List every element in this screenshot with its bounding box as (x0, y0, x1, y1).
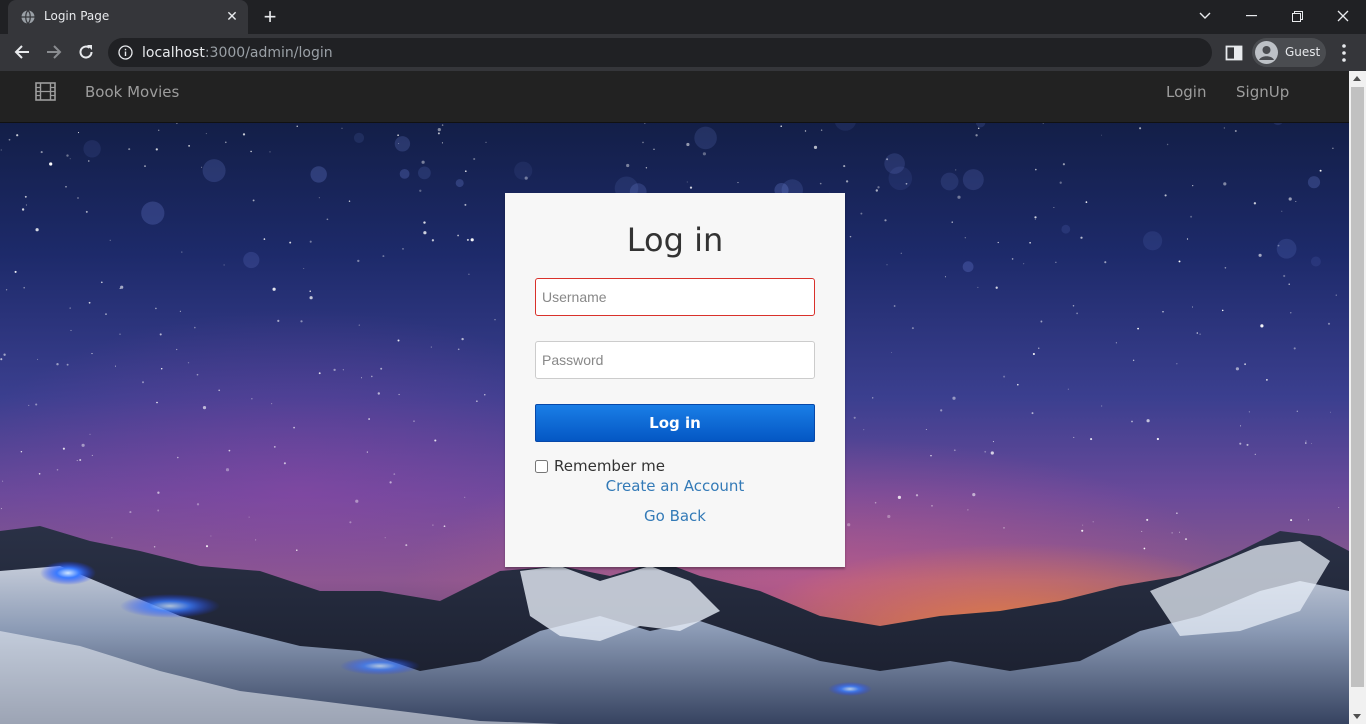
browser-toolbar: localhost:3000/admin/login Guest (0, 34, 1366, 71)
login-button[interactable]: Log in (535, 404, 815, 442)
remember-me-label: Remember me (554, 457, 665, 475)
scroll-up-icon[interactable] (1353, 76, 1361, 81)
navbar-brand[interactable]: Book Movies (85, 83, 179, 101)
url-host: localhost (142, 45, 205, 61)
remember-me-checkbox[interactable] (535, 459, 548, 473)
scrollbar-thumb[interactable] (1351, 87, 1364, 687)
side-panel-icon[interactable] (1224, 43, 1244, 63)
avatar-icon (1255, 41, 1278, 64)
page-viewport: Book Movies Login SignUp Log in Log in R… (0, 71, 1349, 724)
film-icon[interactable] (35, 82, 56, 101)
close-window-icon[interactable] (1320, 0, 1366, 32)
password-input[interactable] (535, 341, 815, 379)
tab-title: Login Page (44, 9, 110, 23)
url-text: localhost:3000/admin/login (142, 45, 333, 61)
scroll-down-icon[interactable] (1353, 714, 1361, 719)
globe-icon (21, 10, 35, 24)
close-tab-icon[interactable]: ✕ (224, 8, 240, 24)
url-path: :3000/admin/login (204, 45, 333, 61)
login-title: Log in (626, 221, 724, 259)
remember-me[interactable]: Remember me (535, 457, 665, 475)
login-card: Log in Log in Remember me Create an Acco… (505, 193, 845, 567)
new-tab-icon[interactable]: + (259, 6, 281, 29)
address-bar[interactable]: localhost:3000/admin/login (108, 38, 1212, 67)
username-input[interactable] (535, 278, 815, 316)
profile-label: Guest (1285, 45, 1321, 59)
restore-icon[interactable] (1274, 0, 1320, 32)
site-info-icon[interactable] (118, 45, 133, 60)
nav-link-login[interactable]: Login (1166, 83, 1206, 101)
minimize-icon[interactable] (1228, 0, 1274, 32)
reload-icon[interactable] (73, 39, 99, 65)
go-back-link[interactable]: Go Back (505, 507, 845, 525)
nav-link-signup[interactable]: SignUp (1236, 83, 1289, 101)
page-scrollbar[interactable] (1349, 71, 1366, 724)
profile-button[interactable]: Guest (1252, 38, 1326, 67)
tab-search-icon[interactable] (1182, 0, 1228, 32)
back-icon[interactable] (9, 39, 35, 65)
create-account-link[interactable]: Create an Account (505, 477, 845, 495)
forward-icon[interactable] (41, 39, 67, 65)
more-menu-icon[interactable] (1336, 42, 1352, 64)
app-navbar: Book Movies Login SignUp (0, 71, 1349, 123)
browser-tab[interactable]: Login Page ✕ (8, 0, 248, 34)
browser-tabstrip: Login Page ✕ + (0, 0, 1366, 34)
